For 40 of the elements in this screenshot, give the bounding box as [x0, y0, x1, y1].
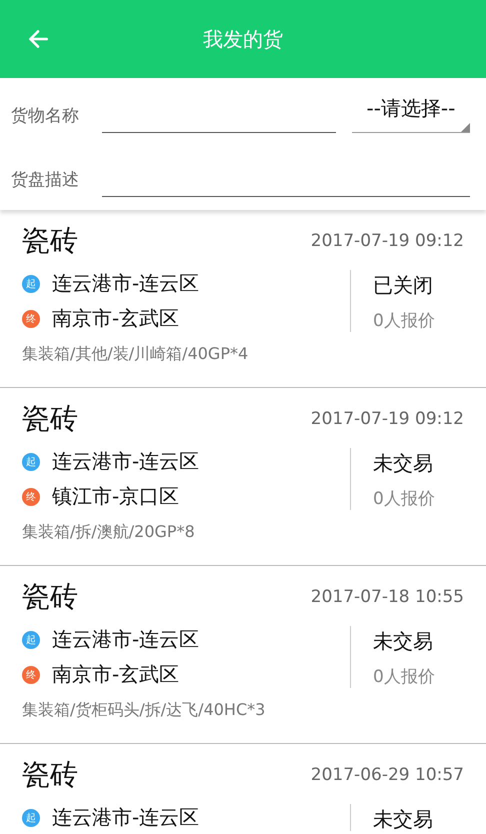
destination-pin-icon: 终 — [22, 310, 40, 328]
cargo-title: 瓷砖 — [22, 757, 78, 793]
page-title: 我发的货 — [203, 26, 283, 52]
category-dropdown[interactable]: --请选择-- — [352, 95, 470, 133]
destination-city: 南京市-玄武区 — [52, 661, 180, 688]
destination-pin-icon: 终 — [22, 666, 40, 684]
cargo-spec: 集装箱/货柜码头/拆/达飞/40HC*3 — [22, 700, 266, 721]
origin-city: 连云港市-连云区 — [52, 804, 200, 831]
origin-pin-icon: 起 — [22, 808, 40, 826]
cargo-spec: 集装箱/拆/澳航/20GP*8 — [22, 522, 196, 543]
cargo-title: 瓷砖 — [22, 223, 78, 259]
post-time: 2017-07-18 10:55 — [310, 587, 464, 607]
origin-pin-icon: 起 — [22, 274, 40, 292]
field-label: 货物名称 — [11, 105, 80, 128]
shipment-card[interactable]: 瓷砖 2017-07-19 09:12 起 连云港市-连云区 终 南京市-玄武区 已关闭 0人报价 集装箱/其他/装/川崎箱/40GP*4 — [0, 210, 486, 388]
destination-pin-icon: 终 — [22, 488, 40, 506]
quote-count: 0人报价 — [373, 488, 435, 510]
shipment-card[interactable]: 瓷砖 2017-07-19 09:12 起 连云港市-连云区 终 镇江市-京口区 未交易 0人报价 集装箱/拆/澳航/20GP*8 — [0, 388, 486, 566]
cargo-spec: 集装箱/其他/装/川崎箱/40GP*4 — [22, 344, 250, 365]
origin-city: 连云港市-连云区 — [52, 626, 200, 653]
shipment-card[interactable]: 瓷砖 2017-06-29 10:57 起 连云港市-连云区 未交易 — [0, 744, 486, 834]
shipment-card[interactable]: 瓷砖 2017-07-18 10:55 起 连云港市-连云区 终 南京市-玄武区 未交易 0人报价 集装箱/货柜码头/拆/达飞/40HC*3 — [0, 566, 486, 744]
post-time: 2017-06-29 10:57 — [310, 765, 464, 785]
origin-pin-icon: 起 — [22, 452, 40, 470]
origin-city: 连云港市-连云区 — [52, 448, 200, 475]
deal-status: 未交易 — [373, 628, 434, 655]
cargo-title: 瓷砖 — [22, 579, 78, 615]
origin-city: 连云港市-连云区 — [52, 270, 200, 297]
deal-status: 未交易 — [373, 450, 434, 477]
field-label: 货盘描述 — [11, 169, 80, 192]
quote-count: 0人报价 — [373, 666, 435, 688]
destination-city: 镇江市-京口区 — [52, 483, 180, 510]
post-time: 2017-07-19 09:12 — [310, 409, 464, 429]
origin-pin-icon: 起 — [22, 630, 40, 648]
deal-status: 未交易 — [373, 806, 433, 833]
quote-count: 0人报价 — [373, 310, 435, 332]
destination-city: 南京市-玄武区 — [52, 305, 180, 332]
post-time: 2017-07-19 09:12 — [310, 231, 464, 251]
deal-status: 已关闭 — [373, 272, 434, 299]
cargo-title: 瓷砖 — [22, 401, 78, 437]
